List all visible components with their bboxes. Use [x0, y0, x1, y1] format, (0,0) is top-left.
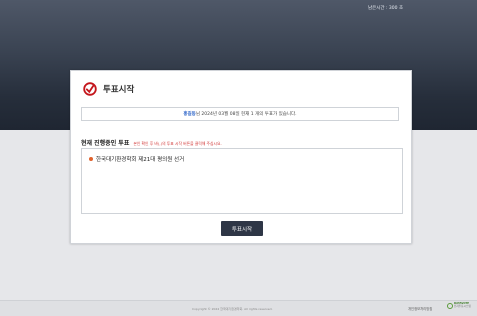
start-vote-button[interactable]: 투표시작 [221, 221, 263, 236]
vote-label: 한국대기환경학회 제21대 평의원 선거 [96, 157, 185, 163]
footer-logo: DATAVOTE 전자투표시스템 [447, 303, 471, 309]
footer-logo-icon [447, 303, 453, 309]
brand: 투표시작 [83, 82, 134, 96]
vote-list: 한국대기환경학회 제21대 평의원 선거 [81, 148, 403, 214]
privacy-policy-link[interactable]: 개인정보처리방침 [408, 306, 432, 311]
bullet-icon [89, 157, 93, 161]
remaining-time: 남은시간 : 300 초 [368, 6, 404, 11]
section-title: 현재 진행중인 투표 [81, 140, 130, 147]
footer-logo-line2: 전자투표시스템 [454, 305, 471, 308]
welcome-notice: 홍길동 님 2024년 03월 08일 현재 1 개의 투표가 있습니다. [81, 107, 399, 121]
vote-panel: 투표시작 홍길동 님 2024년 03월 08일 현재 1 개의 투표가 있습니… [70, 70, 412, 244]
list-item[interactable]: 한국대기환경학회 제21대 평의원 선거 [89, 155, 184, 163]
page-title: 투표시작 [103, 85, 135, 95]
user-name: 홍길동 [183, 112, 196, 117]
section-hint: 본인 확인 후 바(,)의 투표 시작 버튼을 클릭해 주십시요. [133, 141, 222, 146]
section-header: 현재 진행중인 투표 본인 확인 후 바(,)의 투표 시작 버튼을 클릭해 주… [81, 138, 222, 147]
notice-text: 님 2024년 03월 08일 현재 1 개의 투표가 있습니다. [195, 112, 297, 117]
vote-check-icon [83, 82, 97, 96]
footer: Copyright © 2024 한국대기환경학회. All rights re… [0, 300, 477, 316]
copyright: Copyright © 2024 한국대기환경학회. All rights re… [192, 307, 273, 311]
